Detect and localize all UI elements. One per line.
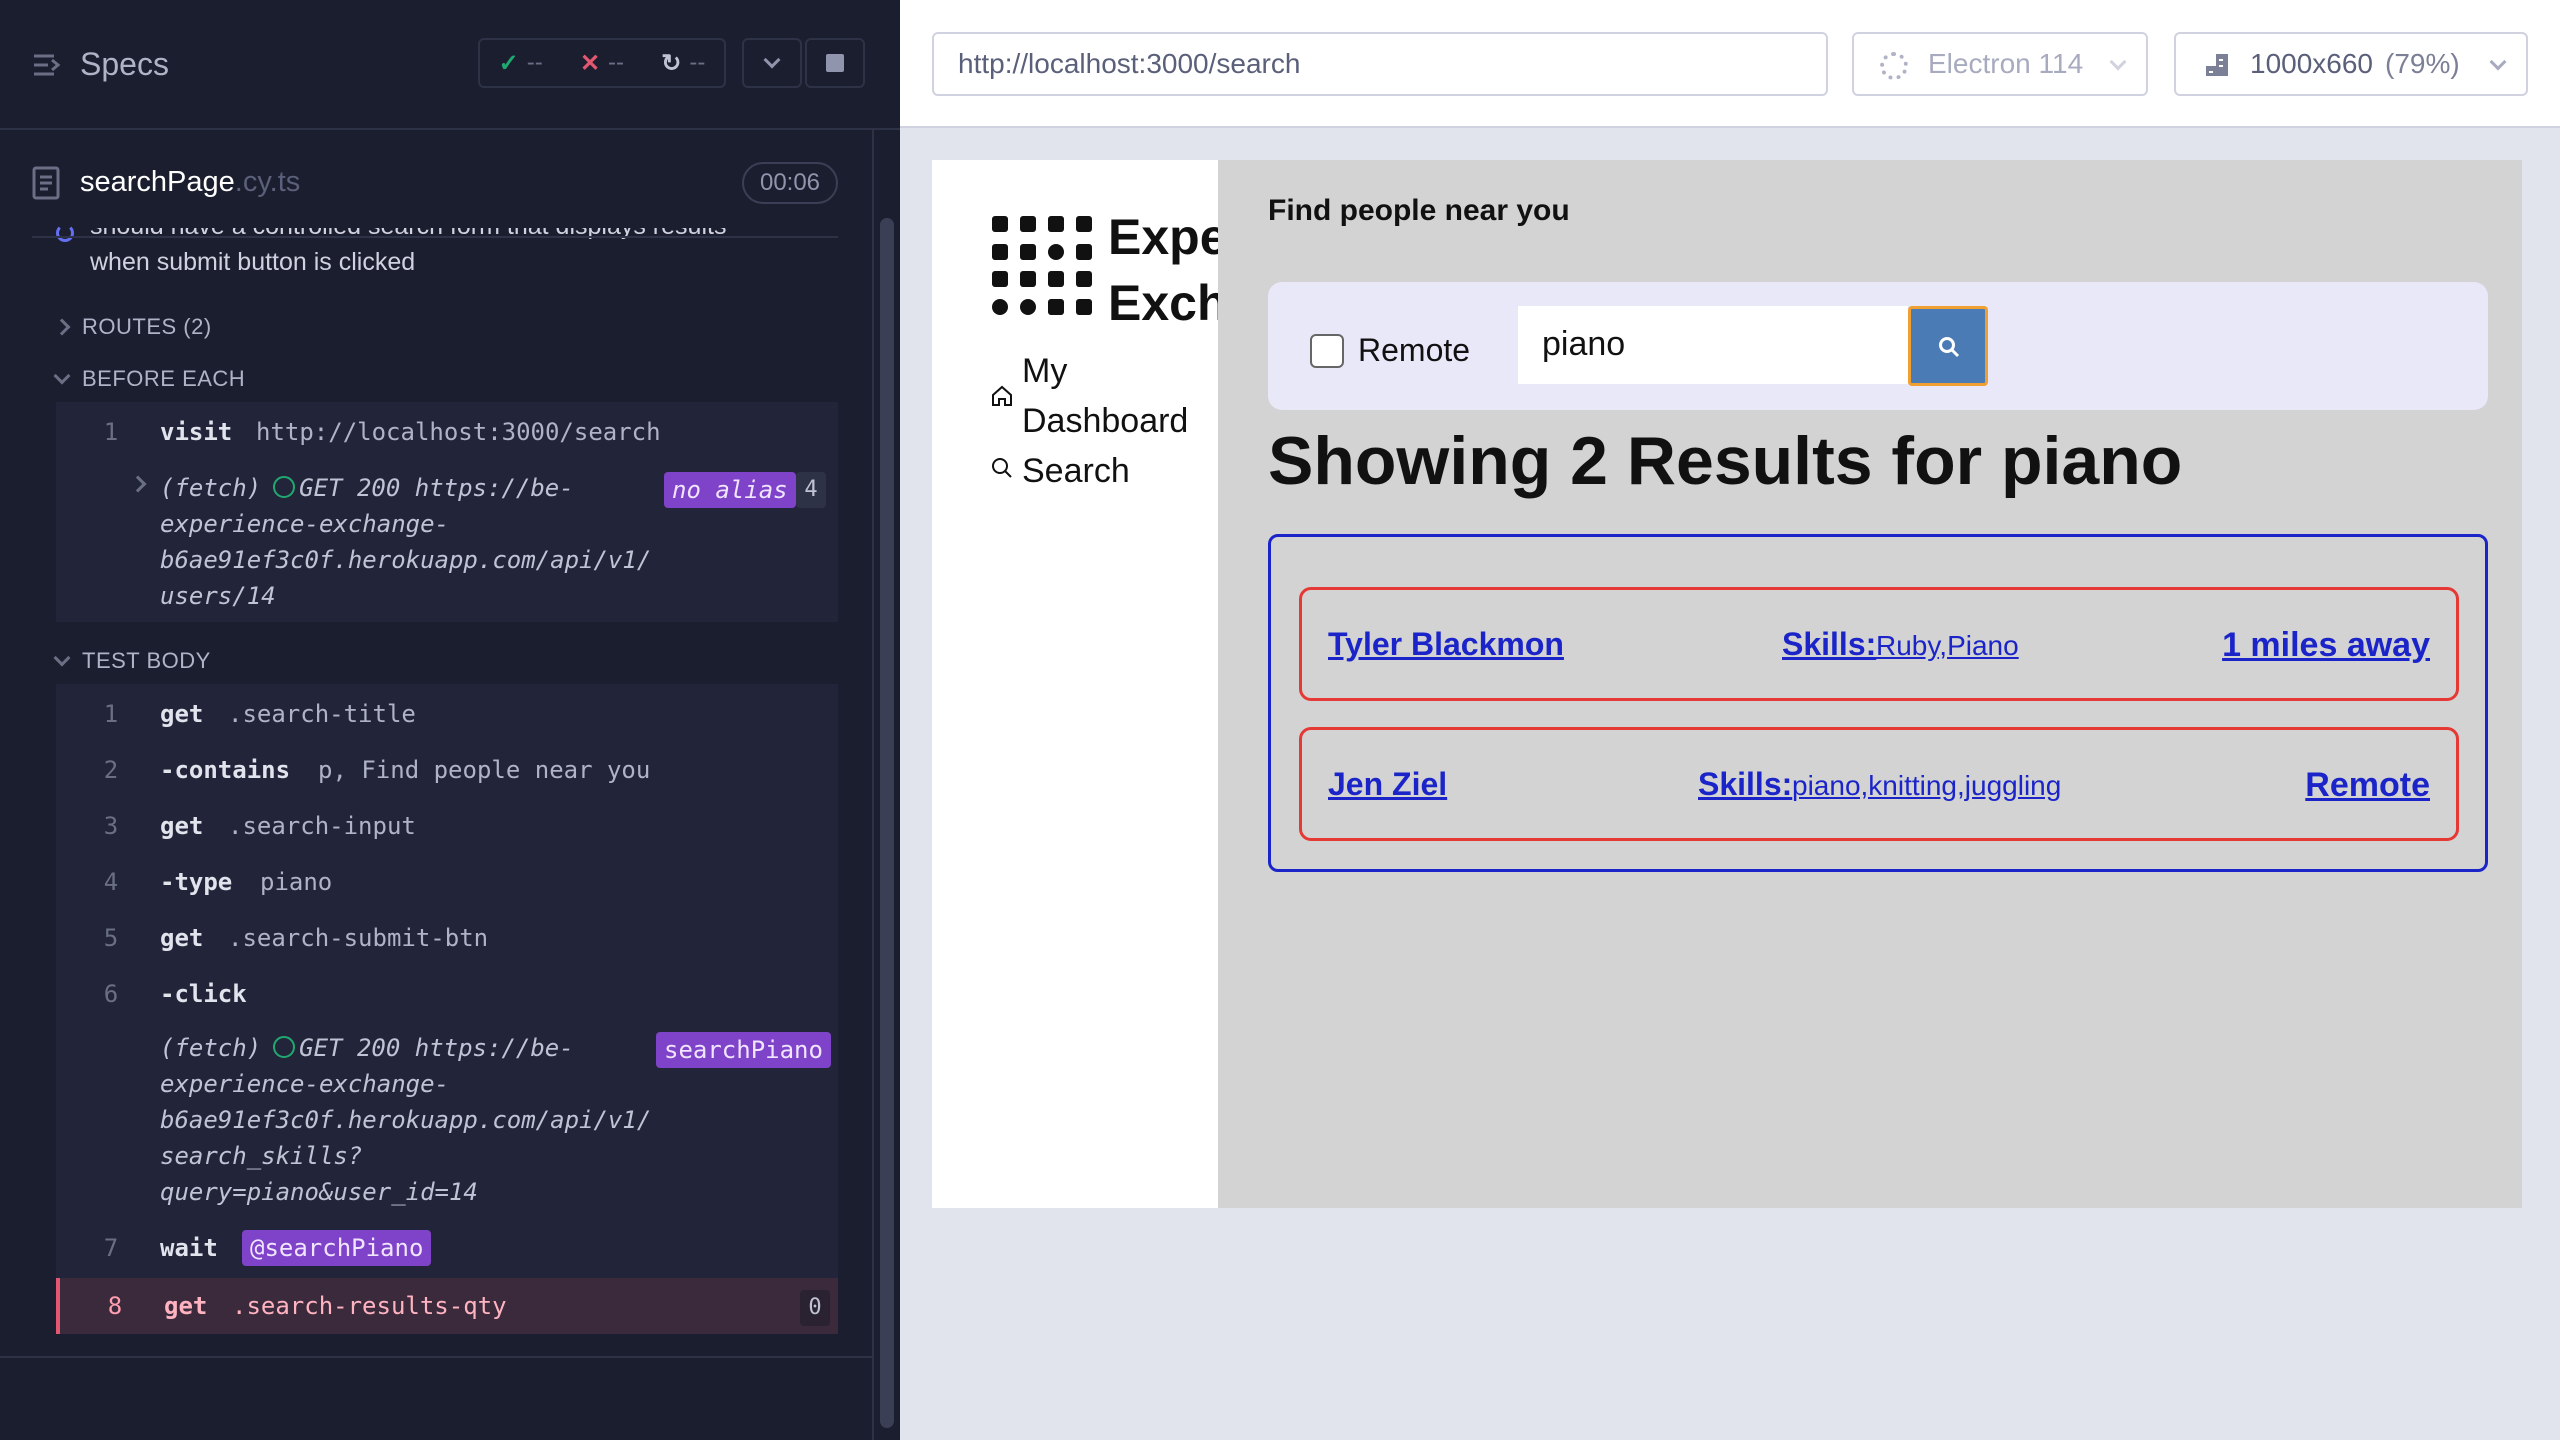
browser-icon [1880,52,1908,80]
command-row[interactable]: 4 -type piano [56,854,838,910]
before-each-section[interactable]: BEFORE EACH [53,366,245,392]
search-icon [992,458,1012,478]
fetch-log[interactable]: (fetch) GET 200 https://be- experience-ex… [160,470,660,614]
command-row[interactable]: 3 get .search-input [56,798,838,854]
pending-icon: ↻ [661,49,682,77]
command-row[interactable]: 1 get .search-title [56,686,838,742]
before-each-commands: 1 visit http://localhost:3000/search (fe… [56,402,838,622]
distance-link[interactable]: Remote [2305,766,2430,805]
chevron-right-icon[interactable] [129,475,147,493]
aut-header: http://localhost:3000/search Electron 11… [900,0,2560,128]
command-row[interactable]: 5 get .search-submit-btn [56,910,838,966]
nav-item-dashboard[interactable]: My Dashboard [990,346,1210,446]
divider [32,236,838,238]
logo-icon [992,216,1092,316]
stop-icon [826,54,844,72]
skills-label[interactable]: Skills: [1698,766,1792,803]
passed-stat: ✓ -- [498,49,543,77]
search-submit-button[interactable] [1908,306,1988,386]
result-card: Jen Ziel Skills: piano,knitting,juggling… [1299,727,2459,841]
chevron-down-icon [53,649,71,667]
search-icon [1939,337,1960,358]
home-icon [992,385,1012,406]
status-circle-icon [273,1036,296,1058]
file-icon [32,166,60,200]
test-title[interactable]: should have a controlled search form tha… [90,228,790,280]
request-count: 4 [796,472,826,508]
result-name-link[interactable]: Jen Ziel [1328,766,1447,803]
ruler-icon [2206,54,2228,76]
spec-file-name: searchPage.cy.ts [80,166,301,198]
search-title: Find people near you [1268,194,1570,227]
x-icon: ✕ [579,49,601,77]
distance-link[interactable]: 1 miles away [2222,626,2430,665]
search-input[interactable]: piano [1518,306,1908,384]
browser-selector[interactable]: Electron 114 [1852,32,2148,96]
status-circle-icon [273,476,296,498]
alias-badge: no alias [664,472,796,508]
fetch-log[interactable]: (fetch) GET 200 https://be- experience-ex… [160,1030,660,1210]
routes-section[interactable]: ROUTES (2) [53,314,212,340]
command-row[interactable]: 1 visit http://localhost:3000/search [56,404,838,460]
spec-duration: 00:06 [742,162,838,204]
command-log-panel: Specs ✓ -- ✕ -- ↻ -- searchPage.cy.ts 00… [0,0,900,1440]
reporter-header: Specs ✓ -- ✕ -- ↻ -- [0,0,900,130]
result-name-link[interactable]: Tyler Blackmon [1328,626,1564,663]
search-form: Remote piano [1268,282,2488,410]
nav-item-search[interactable]: Search [990,446,1210,496]
chevron-down-icon [2489,53,2507,71]
alias-badge: searchPiano [656,1032,831,1068]
chevron-down-icon [53,367,71,385]
pending-stat: ↻ -- [661,49,706,77]
skills-label[interactable]: Skills: [1782,626,1876,663]
running-spinner-icon [56,224,74,242]
chevron-right-icon [53,318,71,336]
command-row[interactable]: 2 -contains p, Find people near you [56,742,838,798]
element-count: 0 [800,1290,830,1326]
viewport-selector[interactable]: 1000x660 (79%) [2174,32,2528,96]
specs-list-icon[interactable] [32,50,62,80]
failed-stat: ✕ -- [579,49,625,77]
scrollbar-thumb[interactable] [880,218,894,1428]
chevron-down-icon [2109,53,2127,71]
spec-file-row: searchPage.cy.ts 00:06 [0,150,860,218]
search-results-qty: Showing 2 Results for piano [1268,423,2183,499]
specs-title[interactable]: Specs [80,46,169,83]
url-bar[interactable]: http://localhost:3000/search [932,32,1828,96]
test-body-section[interactable]: TEST BODY [53,648,211,674]
remote-checkbox[interactable] [1310,334,1344,368]
app-sidebar: Experience Exchange My Dashboard Search [932,160,1218,1208]
remote-label[interactable]: Remote [1358,332,1470,369]
alias-badge: @searchPiano [242,1230,432,1266]
stop-button[interactable] [805,38,865,88]
result-card: Tyler Blackmon Skills: Ruby,Piano 1 mile… [1299,587,2459,701]
active-command-row[interactable]: 8 get .search-results-qty 0 [56,1278,838,1334]
skills-value[interactable]: Ruby,Piano [1876,630,2019,662]
divider [0,1356,872,1358]
test-body-commands: 1 get .search-title 2 -contains p, Find … [56,684,838,1334]
command-row[interactable]: 7 wait @searchPiano [56,1220,838,1276]
app-under-test: Experience Exchange My Dashboard Search … [932,160,2522,1208]
command-row[interactable]: 6 -click [56,966,838,1022]
skills-value[interactable]: piano,knitting,juggling [1792,770,2061,802]
search-results: Tyler Blackmon Skills: Ruby,Piano 1 mile… [1268,534,2488,872]
chevron-down-icon [763,51,781,69]
app-logo-text: Experience Exchange [1108,209,1218,331]
check-icon: ✓ [498,49,519,77]
collapse-all-button[interactable] [742,38,802,88]
command-log-scrollbar[interactable] [872,130,900,1440]
test-stats: ✓ -- ✕ -- ↻ -- [478,38,726,88]
